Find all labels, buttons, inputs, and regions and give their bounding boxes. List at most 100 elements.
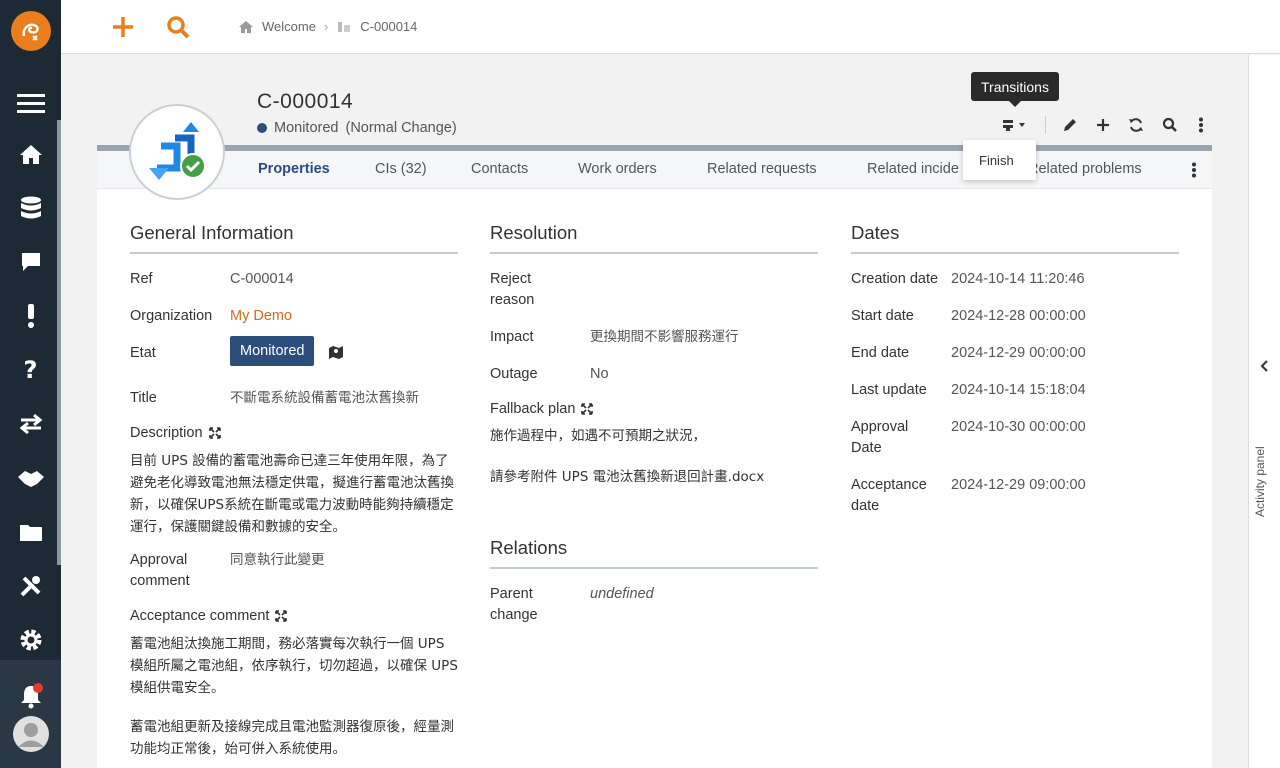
field-label: Creation date	[851, 271, 939, 287]
tab-related-requests[interactable]: Related requests	[707, 161, 817, 177]
search-icon[interactable]	[163, 12, 193, 42]
transitions-icon	[1003, 120, 1025, 131]
activity-panel[interactable]: Activity panel	[1248, 55, 1280, 768]
refresh-icon[interactable]	[1124, 114, 1148, 136]
change-type-icon	[149, 122, 206, 180]
acceptance-text-1: 蓄電池組汰換施工期間，務必落實每次執行一個 UPS 模組所屬之電池組，依序執行，…	[130, 636, 458, 696]
activity-panel-label: Activity panel	[1253, 446, 1267, 517]
transitions-dropdown: Finish	[963, 140, 1036, 180]
general-information-heading: General Information	[130, 222, 458, 254]
breadcrumb-welcome[interactable]: Welcome	[262, 19, 316, 34]
sidebar-bottom	[0, 660, 61, 768]
home-icon[interactable]	[0, 134, 61, 174]
field-label: Description	[130, 425, 203, 441]
status-label: Monitored	[274, 120, 339, 136]
status-detail: (Normal Change)	[345, 120, 457, 136]
field-label: Last update	[851, 382, 927, 398]
transitions-button[interactable]	[1000, 114, 1030, 136]
tab-work-orders[interactable]: Work orders	[578, 161, 657, 177]
transfer-icon[interactable]	[0, 404, 61, 444]
expand-icon[interactable]	[275, 610, 288, 622]
breadcrumb: Welcome › C-000014	[238, 19, 417, 34]
fallback-text-2: 請參考附件 UPS 電池汰舊換新退回計畫.docx	[490, 469, 765, 485]
field-value: C-000014	[230, 271, 294, 287]
app-logo[interactable]	[11, 11, 51, 51]
general-information-section: General Information Ref C-000014 Organiz…	[130, 222, 458, 757]
field-value: 同意執行此變更	[230, 552, 325, 568]
organization-link[interactable]: My Demo	[230, 306, 292, 327]
user-avatar[interactable]	[0, 714, 61, 754]
field-description-label: Description	[130, 425, 221, 441]
resolution-section: Resolution Reject reason Impact 更換期間不影響服務…	[490, 222, 818, 485]
field-label: Organization	[130, 308, 213, 324]
sidebar: ?	[0, 0, 61, 768]
tab-properties[interactable]: Properties	[258, 161, 330, 177]
edit-icon[interactable]	[1058, 114, 1082, 136]
description-text: 目前 UPS 設備的蓄電池壽命已達三年使用年限，為了避免老化導致電池無法穩定供電…	[130, 453, 454, 535]
relations-section: Relations Parent change undefined	[490, 537, 818, 623]
field-value: 2024-10-14 15:18:04	[951, 382, 1086, 398]
field-fallback-label: Fallback plan	[490, 401, 594, 417]
map-icon[interactable]	[328, 344, 344, 367]
field-label: Start date	[851, 308, 914, 324]
tools-icon[interactable]	[0, 566, 61, 606]
tab-cis[interactable]: CIs (32)	[375, 161, 427, 177]
field-label: Fallback plan	[490, 401, 576, 417]
status-dot	[257, 123, 267, 133]
expand-icon[interactable]	[581, 403, 594, 415]
field-label: Outage	[490, 366, 538, 382]
object-icon-circle	[129, 104, 225, 200]
breadcrumb-current[interactable]: C-000014	[360, 19, 417, 34]
dates-section: Dates Creation date 2024-10-14 11:20:46 …	[851, 222, 1179, 514]
add-icon[interactable]	[1091, 114, 1115, 136]
field-label: Title	[130, 390, 157, 406]
relations-heading: Relations	[490, 537, 818, 569]
field-label: Ref	[130, 271, 153, 287]
menu-item-finish[interactable]: Finish	[979, 153, 1014, 168]
home-icon	[239, 20, 253, 33]
status-badge: Monitored	[230, 336, 315, 366]
field-label: Parent change	[490, 586, 538, 623]
handshake-icon[interactable]	[0, 458, 61, 498]
change-icon	[338, 21, 351, 32]
acceptance-text-2: 蓄電池組更新及接線完成且電池監測器復原後，經量測功能均正常後，始可併入系統使用。	[130, 719, 454, 757]
field-value: 2024-12-28 00:00:00	[951, 308, 1086, 324]
tab-contacts[interactable]: Contacts	[471, 161, 528, 177]
field-label: Acceptance date	[851, 477, 927, 514]
settings-icon[interactable]	[0, 620, 61, 660]
field-acceptance-label: Acceptance comment	[130, 608, 288, 624]
database-icon[interactable]	[0, 188, 61, 228]
menu-icon[interactable]	[0, 84, 61, 124]
field-label: Approval Date	[851, 419, 909, 456]
fallback-text-1: 施作過程中，如遇不可預期之狀況，	[490, 428, 706, 444]
transitions-tooltip: Transitions	[971, 72, 1059, 107]
add-icon[interactable]	[108, 12, 138, 42]
more-icon[interactable]	[1189, 114, 1213, 136]
exclamation-icon[interactable]	[0, 296, 61, 336]
field-value: 更換期間不影響服務運行	[590, 329, 739, 345]
dates-heading: Dates	[851, 222, 1179, 254]
field-value: 2024-12-29 00:00:00	[951, 345, 1086, 361]
chat-icon[interactable]	[0, 242, 61, 282]
resolution-heading: Resolution	[490, 222, 818, 254]
tab-related-problems[interactable]: Related problems	[1028, 161, 1142, 177]
breadcrumb-separator-icon: ›	[323, 19, 329, 34]
object-status: Monitored (Normal Change)	[257, 120, 457, 136]
field-label: End date	[851, 345, 910, 361]
notifications-icon[interactable]	[0, 676, 61, 716]
field-label: Etat	[130, 345, 156, 361]
field-label: Acceptance comment	[130, 608, 270, 624]
field-value: undefined	[590, 586, 654, 602]
field-value: 2024-10-14 11:20:46	[951, 271, 1085, 287]
search-icon[interactable]	[1158, 114, 1182, 136]
tab-related-incidents[interactable]: Related incide	[867, 161, 959, 177]
field-value: No	[590, 366, 609, 382]
tabs-more-icon[interactable]	[1191, 162, 1197, 182]
field-value: 2024-12-29 09:00:00	[951, 477, 1086, 493]
field-label: Impact	[490, 329, 534, 345]
field-value: 2024-10-30 00:00:00	[951, 419, 1086, 435]
question-icon[interactable]: ?	[0, 350, 61, 390]
expand-icon[interactable]	[208, 427, 221, 439]
chevron-left-icon[interactable]	[1259, 360, 1269, 376]
folder-icon[interactable]	[0, 512, 61, 552]
